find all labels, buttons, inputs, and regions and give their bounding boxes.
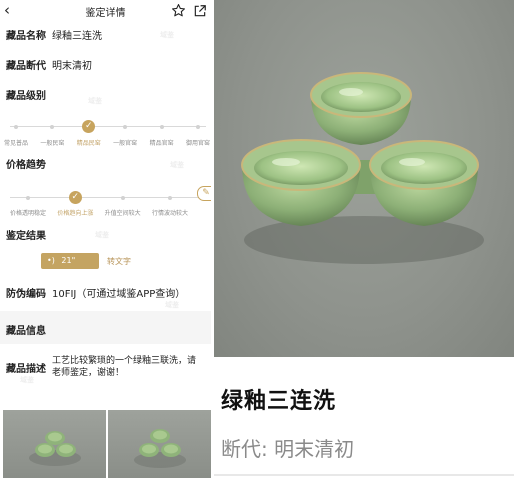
appraisal-result-label: 鉴定结果 [6,231,46,242]
collection-info-section: 藏品信息 [0,311,211,344]
artifact-photo[interactable] [214,0,514,357]
pencil-icon[interactable]: ✎ [197,186,211,201]
level-dot [14,124,18,129]
watermark: 域鉴 [88,97,102,105]
watermark: 域鉴 [20,376,34,384]
level-tick-label: 精品民窑 [76,140,101,147]
trend-scale-track [10,197,206,198]
collection-description-value: 工艺比较繁琐的一个绿釉三联洗，请老师鉴定，谢谢！ [52,356,197,378]
sound-wave-icon: •) [47,256,55,265]
photo-thumbnail[interactable] [3,410,106,478]
level-dot [196,124,200,129]
level-dot [159,124,164,129]
level-dot [50,124,55,129]
collection-level-label: 藏品级别 [6,91,46,102]
photo-thumbnail[interactable] [108,410,211,478]
anti-counterfeit-code-value: 10FIJ（可通过域鉴APP查询） [52,289,186,300]
trend-dot [168,195,172,200]
star-icon[interactable] [171,3,187,19]
voice-duration: 21" [61,256,76,265]
transcribe-button[interactable]: 转文字 [107,256,131,267]
collection-name-label: 藏品名称 [6,31,46,42]
artifact-period: 断代: 明末清初 [221,437,355,461]
trend-dot [120,195,125,200]
level-tick-label: 常见普品 [3,140,29,147]
collection-description-label: 藏品描述 [6,364,46,375]
level-tick-label: 御用官窑 [185,140,211,147]
share-icon[interactable] [193,3,209,19]
check-icon: ✓ [82,120,96,133]
trend-tick-label: 升值空间较大 [104,210,141,217]
level-tick-label: 一般民窑 [40,140,65,147]
watermark: 域鉴 [165,301,179,309]
level-scale-track [10,126,206,127]
trend-dot [26,195,30,200]
level-tick-label: 一般官窑 [113,140,138,147]
price-trend-label: 价格趋势 [6,160,46,171]
artifact-preview: 绿釉三连洗 断代: 明末清初 [214,0,514,480]
section-title: 藏品信息 [6,326,46,337]
collection-name-value: 绿釉三连洗 [52,31,102,42]
check-icon: ✓ [68,191,82,204]
trend-tick-label: 价格趋向上涨 [57,210,94,217]
watermark: 域鉴 [170,161,184,169]
trend-tick-label: 行情波动较大 [151,210,189,217]
artifact-title: 绿釉三连洗 [221,389,337,414]
watermark: 域鉴 [95,231,109,239]
watermark: 域鉴 [160,31,174,39]
anti-counterfeit-code-label: 防伪编码 [6,289,46,300]
appraisal-detail-screen: ‹ 鉴定详情 藏品名称 绿釉三连洗 藏品断代 明末清初 藏品级别 常见普品 一般民… [0,0,211,480]
trend-tick-label: 价格透明稳定 [9,210,47,217]
level-dot [123,124,128,129]
divider [214,474,514,476]
collection-period-label: 藏品断代 [6,61,46,72]
collection-period-value: 明末清初 [52,61,92,72]
level-tick-label: 精品官窑 [149,140,174,147]
top-navigation-bar: ‹ 鉴定详情 [0,0,211,22]
voice-message-button[interactable]: •) 21" [41,253,99,269]
